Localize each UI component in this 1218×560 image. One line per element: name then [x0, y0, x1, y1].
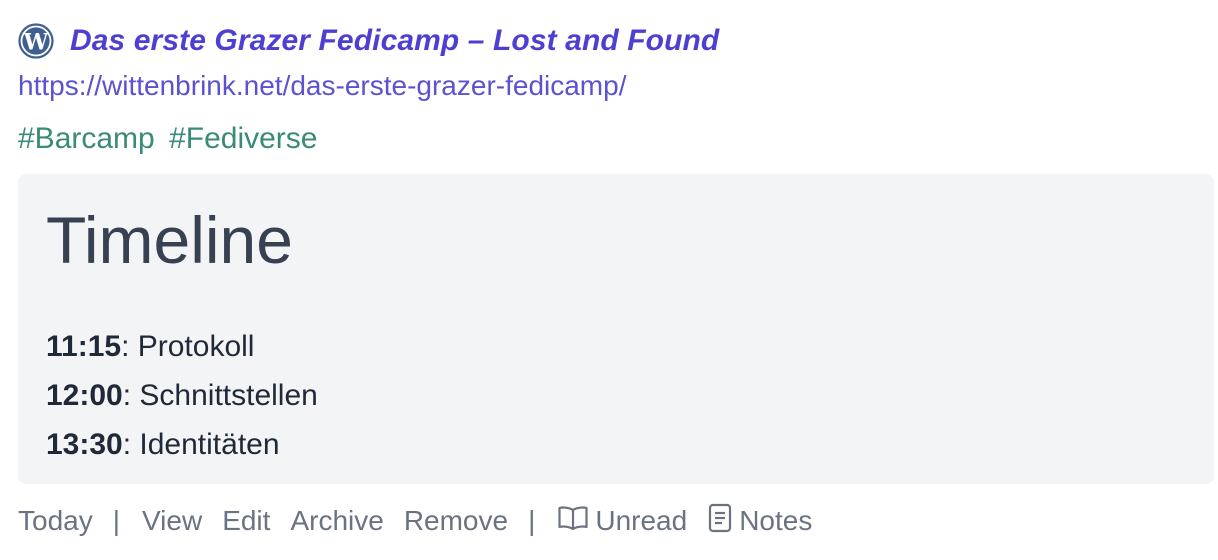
notes-button[interactable]: Notes: [707, 503, 812, 540]
date-link[interactable]: Today: [18, 505, 93, 537]
wordpress-icon: W: [18, 23, 54, 59]
book-open-icon: [557, 505, 589, 538]
timeline-item: 12:00: Schnittstellen: [46, 371, 318, 420]
bookmark-url-link[interactable]: https://wittenbrink.net/das-erste-grazer…: [18, 70, 626, 102]
separator: |: [112, 505, 120, 536]
edit-button[interactable]: Edit: [222, 505, 270, 537]
timeline-list: 11:15: Protokoll 12:00: Schnittstellen 1…: [46, 322, 318, 469]
tag-fediverse[interactable]: #Fediverse: [169, 122, 317, 155]
view-button[interactable]: View: [142, 505, 202, 537]
timeline-item: 13:30: Identitäten: [46, 420, 318, 469]
svg-text:W: W: [23, 30, 49, 56]
bookmark-actions: Today | View Edit Archive Remove | Unrea…: [18, 500, 832, 542]
remove-button[interactable]: Remove: [404, 505, 508, 537]
archive-button[interactable]: Archive: [290, 505, 383, 537]
tag-barcamp[interactable]: #Barcamp: [18, 122, 155, 155]
separator: |: [528, 505, 536, 536]
timeline-text: : Identitäten: [122, 428, 280, 461]
bookmark-title-row: W Das erste Grazer Fedicamp – Lost and F…: [18, 20, 719, 62]
bookmark-title-link[interactable]: Das erste Grazer Fedicamp – Lost and Fou…: [70, 24, 719, 58]
bookmark-description: Timeline 11:15: Protokoll 12:00: Schnitt…: [18, 174, 1214, 484]
timeline-item: 11:15: Protokoll: [46, 322, 318, 371]
timeline-time: 13:30: [46, 428, 123, 461]
timeline-time: 12:00: [46, 379, 123, 412]
description-heading: Timeline: [46, 203, 293, 277]
document-icon: [707, 503, 733, 540]
timeline-text: : Schnittstellen: [122, 379, 318, 412]
timeline-time: 11:15: [46, 330, 122, 363]
notes-label: Notes: [739, 505, 813, 536]
timeline-text: : Protokoll: [121, 330, 255, 363]
bookmark-tags: #Barcamp #Fediverse: [18, 122, 323, 156]
mark-unread-button[interactable]: Unread: [557, 505, 687, 538]
unread-label: Unread: [595, 505, 688, 536]
